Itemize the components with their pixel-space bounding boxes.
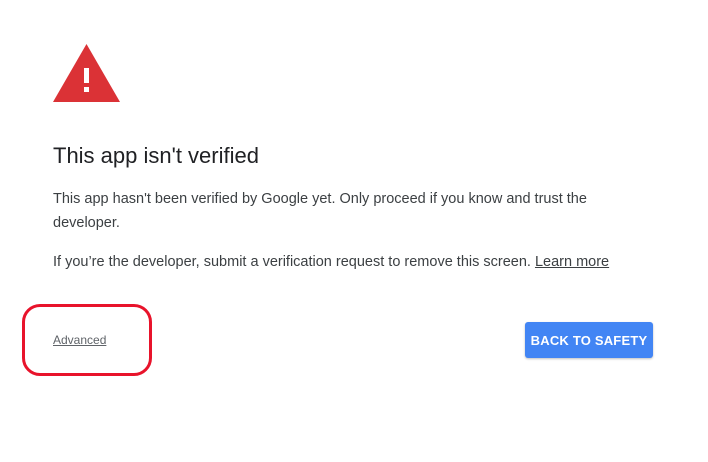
advanced-link[interactable]: Advanced	[53, 332, 106, 348]
page-title: This app isn't verified	[53, 143, 259, 168]
warning-triangle-icon	[53, 44, 120, 102]
learn-more-link[interactable]: Learn more	[535, 254, 609, 270]
back-to-safety-button[interactable]: BACK TO SAFETY	[525, 322, 653, 358]
developer-note: If you’re the developer, submit a verifi…	[53, 250, 643, 274]
unverified-description: This app hasn't been verified by Google …	[53, 191, 587, 231]
developer-note-text: If you’re the developer, submit a verifi…	[53, 254, 531, 270]
